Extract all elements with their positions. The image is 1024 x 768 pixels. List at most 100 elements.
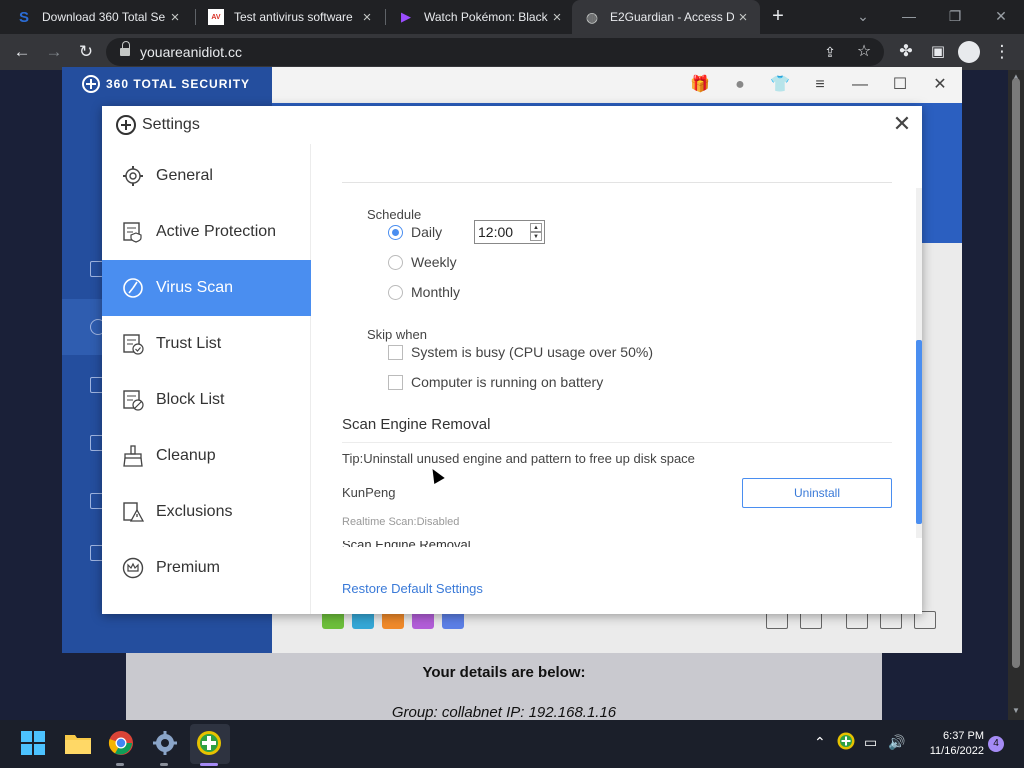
side-panel-icon[interactable]: ▣ xyxy=(926,40,950,64)
gift-icon[interactable]: 🎁 xyxy=(688,73,712,97)
radio-label: Daily xyxy=(411,224,443,240)
chevron-up-icon[interactable]: ⌃ xyxy=(814,734,826,751)
tab-av-test[interactable]: AV Test antivirus software × xyxy=(196,0,384,34)
network-icon[interactable]: ▭ xyxy=(864,734,877,751)
checkbox[interactable] xyxy=(388,344,403,360)
360-logo-icon: S xyxy=(18,8,29,26)
tab-e2guardian[interactable]: ◍ E2Guardian - Access D × xyxy=(572,0,760,34)
nav-item-premium[interactable]: Premium xyxy=(102,540,311,596)
nav-label: Trust List xyxy=(156,335,222,352)
radio-button[interactable] xyxy=(388,224,403,240)
spin-up-icon[interactable]: ▲ xyxy=(530,223,542,232)
checkbox-label: Computer is running on battery xyxy=(411,374,604,390)
nav-label: Active Protection xyxy=(156,223,277,240)
uninstall-button[interactable]: Uninstall xyxy=(742,478,892,508)
nav-item-cleanup[interactable]: Cleanup xyxy=(102,428,311,484)
nav-item-trust-list[interactable]: Trust List xyxy=(102,316,311,372)
settings-scrollbar-thumb[interactable] xyxy=(916,340,922,524)
360-logo-icon xyxy=(116,115,136,135)
bookmark-star-icon[interactable]: ☆ xyxy=(852,40,876,64)
profile-avatar-icon[interactable] xyxy=(958,41,980,63)
schedule-time-value[interactable]: 12:00 xyxy=(478,224,513,240)
app-maximize-icon[interactable]: ☐ xyxy=(888,73,912,97)
nav-label: Block List xyxy=(156,391,225,408)
more-menu-icon[interactable]: ⋮ xyxy=(990,40,1014,64)
tab-title: Download 360 Total Se xyxy=(42,10,166,24)
schedule-label: Schedule xyxy=(367,207,422,222)
settings-scrollbar[interactable] xyxy=(916,188,922,538)
checkbox-system-busy[interactable]: System is busy (CPU usage over 50%) xyxy=(388,344,653,360)
trust-list-icon xyxy=(122,333,144,355)
settings-gear-icon[interactable] xyxy=(152,730,180,758)
url-text[interactable]: youareanidiot.cc xyxy=(140,44,242,60)
restore-window-button[interactable]: ❐ xyxy=(932,4,978,28)
360-total-security-icon[interactable] xyxy=(196,730,224,758)
app-close-icon[interactable]: ✕ xyxy=(928,73,952,97)
browser-toolbar: ← → ↻ youareanidiot.cc ⇪ ☆ ✤ ▣ ⋮ xyxy=(0,34,1024,70)
close-window-button[interactable]: ✕ xyxy=(978,4,1024,28)
app-brand-text: 360 TOTAL SECURITY xyxy=(106,77,251,91)
tab-search-icon[interactable]: ⌄ xyxy=(840,4,886,28)
scrollbar-thumb[interactable] xyxy=(1012,78,1020,668)
nav-label: Premium xyxy=(156,559,221,576)
schedule-time-input[interactable]: 12:00 ▲ ▼ xyxy=(474,220,545,244)
checkbox[interactable] xyxy=(388,374,403,390)
file-explorer-icon[interactable] xyxy=(64,730,92,758)
nav-item-general[interactable]: General xyxy=(102,148,311,204)
menu-icon[interactable]: ≡ xyxy=(808,73,832,97)
settings-nav: General Active Protection Virus Scan Tru… xyxy=(102,144,311,614)
engine-removal-tip: Tip:Uninstall unused engine and pattern … xyxy=(342,451,695,466)
tab-pokemon[interactable]: ▶ Watch Pokémon: Black × xyxy=(386,0,574,34)
scroll-down-icon[interactable]: ▼ xyxy=(1008,706,1024,715)
close-tab-icon[interactable]: × xyxy=(358,9,376,26)
details-heading: Your details are below: xyxy=(422,664,586,681)
page-scrollbar[interactable]: ▲ ▼ xyxy=(1008,70,1024,720)
divider xyxy=(342,442,892,443)
nav-label: Cleanup xyxy=(156,447,216,464)
reload-icon[interactable]: ↻ xyxy=(74,40,98,64)
skin-shirt-icon[interactable]: 👕 xyxy=(768,73,792,97)
skip-when-label: Skip when xyxy=(367,327,427,342)
nav-item-virus-scan[interactable]: Virus Scan xyxy=(102,260,311,316)
divider xyxy=(342,182,892,183)
user-avatar-icon[interactable]: ● xyxy=(728,73,752,97)
notification-badge[interactable]: 4 xyxy=(988,736,1004,752)
extensions-puzzle-icon[interactable]: ✤ xyxy=(894,40,918,64)
360-tray-icon[interactable] xyxy=(837,732,855,753)
lock-icon[interactable] xyxy=(120,41,130,57)
forward-arrow-icon[interactable]: → xyxy=(42,40,66,64)
system-clock[interactable]: 6:37 PM 11/16/2022 xyxy=(914,729,984,759)
tab-360-download[interactable]: S Download 360 Total Se × xyxy=(4,0,192,34)
globe-icon: ◍ xyxy=(585,8,599,25)
minimize-window-button[interactable]: — xyxy=(886,4,932,28)
radio-monthly[interactable]: Monthly xyxy=(388,284,460,300)
close-tab-icon[interactable]: × xyxy=(734,9,752,26)
volume-icon[interactable]: 🔊 xyxy=(888,734,905,751)
nav-item-active-protection[interactable]: Active Protection xyxy=(102,204,311,260)
nav-item-exclusions[interactable]: Exclusions xyxy=(102,484,311,540)
radio-button[interactable] xyxy=(388,254,403,270)
close-tab-icon[interactable]: × xyxy=(548,9,566,26)
running-indicator xyxy=(116,763,124,766)
radio-button[interactable] xyxy=(388,284,403,300)
address-bar[interactable]: youareanidiot.cc ⇪ ☆ xyxy=(106,38,884,66)
chrome-icon[interactable] xyxy=(108,730,136,758)
checkbox-on-battery[interactable]: Computer is running on battery xyxy=(388,374,603,390)
radio-weekly[interactable]: Weekly xyxy=(388,254,457,270)
close-tab-icon[interactable]: × xyxy=(166,9,184,26)
details-line: Group: collabnet IP: 192.168.1.16 xyxy=(391,704,617,720)
app-minimize-icon[interactable]: — xyxy=(848,73,872,97)
nav-item-block-list[interactable]: Block List xyxy=(102,372,311,428)
radio-daily[interactable]: Daily xyxy=(388,224,442,240)
spin-down-icon[interactable]: ▼ xyxy=(530,232,542,241)
checkbox-label: System is busy (CPU usage over 50%) xyxy=(411,344,653,360)
windows-start-icon[interactable] xyxy=(20,730,48,758)
share-icon[interactable]: ⇪ xyxy=(818,40,842,64)
warning-icon xyxy=(122,501,145,523)
app-brand: 360 TOTAL SECURITY xyxy=(82,75,250,93)
back-arrow-icon[interactable]: ← xyxy=(10,40,34,64)
close-dialog-button[interactable]: ✕ xyxy=(890,112,914,136)
nav-label: General xyxy=(156,167,213,184)
restore-defaults-link[interactable]: Restore Default Settings xyxy=(342,581,483,596)
new-tab-button[interactable]: + xyxy=(766,5,790,29)
